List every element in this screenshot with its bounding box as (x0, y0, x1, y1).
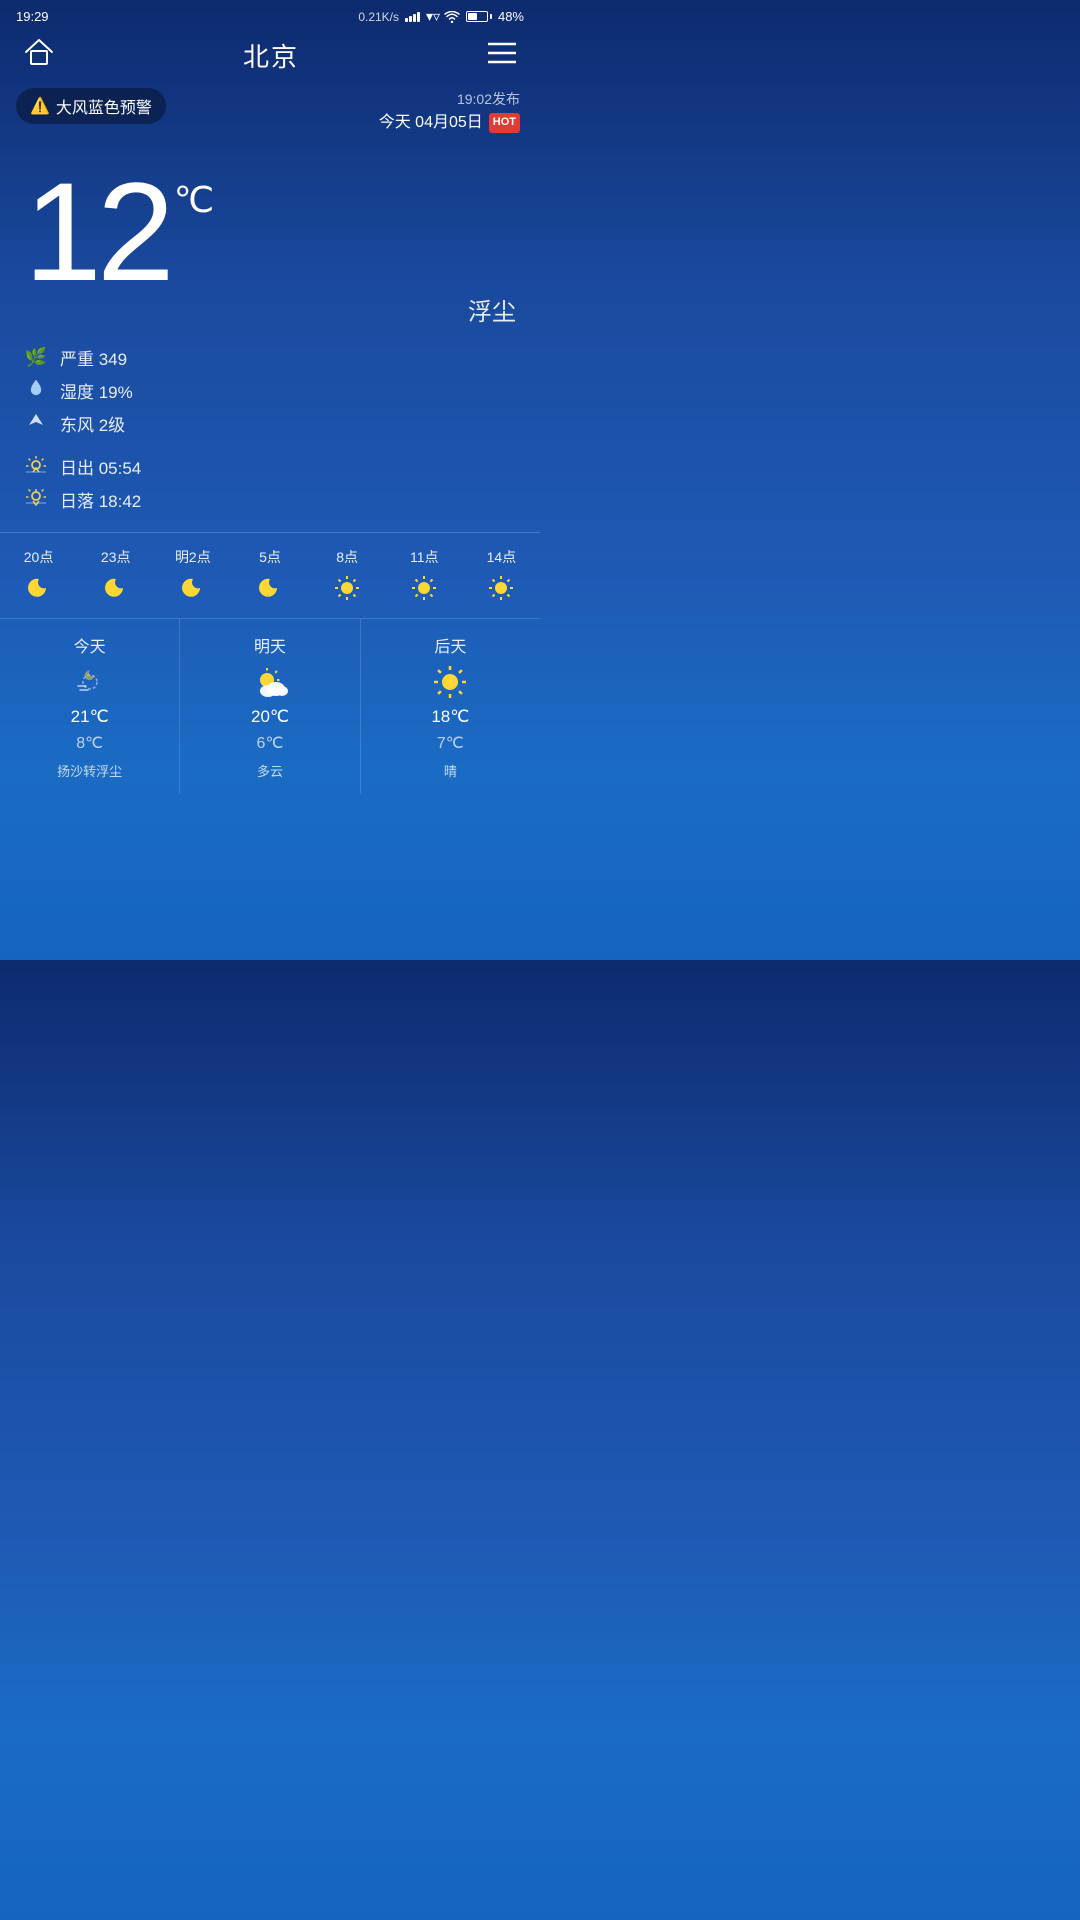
alert-row: ⚠️ 大风蓝色预警 19:02发布 今天 04月05日 HOT (0, 82, 540, 142)
home-icon[interactable] (24, 38, 54, 73)
drop-icon (24, 379, 48, 402)
header-nav: 北京 (0, 29, 540, 82)
sun-icon (488, 575, 514, 608)
hourly-item: 20点 (9, 547, 69, 608)
moon-icon (103, 575, 129, 608)
battery-percent: 48% (498, 9, 524, 24)
wind-row: 东风 2级 (24, 411, 516, 436)
aqi-row: 🌿 严重 349 (24, 345, 516, 370)
status-bar: 19:29 0.21K/s ▾▿ 48% (0, 0, 540, 29)
day-description: 扬沙转浮尘 (57, 761, 122, 780)
humidity-row: 湿度 19% (24, 378, 516, 403)
hot-badge: HOT (489, 113, 520, 133)
sunset-icon (24, 488, 48, 511)
day-high-temp: 18℃ (431, 707, 469, 727)
hourly-item: 5点 (240, 547, 300, 608)
warning-icon: ⚠️ (30, 96, 50, 116)
menu-icon[interactable] (488, 42, 516, 70)
hour-label: 11点 (410, 547, 439, 567)
status-time: 19:29 (16, 9, 49, 24)
city-name: 北京 (243, 37, 299, 74)
hour-label: 5点 (259, 547, 281, 567)
temperature-display: 12℃ (24, 162, 209, 302)
day-low-temp: 7℃ (437, 733, 464, 753)
sun-icon (334, 575, 360, 608)
current-date: 今天 04月05日 (379, 110, 483, 136)
day-label: 明天 (254, 633, 286, 657)
weather-description: 浮尘 (468, 292, 516, 327)
status-icons: 0.21K/s ▾▿ 48% (358, 8, 524, 25)
moon-icon (180, 575, 206, 608)
temperature-value: 12 (24, 162, 170, 302)
wind-icon (24, 413, 48, 434)
network-speed: 0.21K/s (358, 10, 399, 24)
hourly-item: 8点 (317, 547, 377, 608)
hourly-item: 明2点 (163, 547, 223, 608)
alert-badge[interactable]: ⚠️ 大风蓝色预警 (16, 88, 166, 124)
day-description: 多云 (257, 761, 283, 780)
sunset-time: 日落 18:42 (60, 487, 141, 512)
daily-item: 明天 20℃ 6℃ 多云 (180, 619, 360, 794)
battery-icon (466, 11, 492, 22)
sunrise-row: 日出 05:54 (24, 454, 516, 479)
day-low-temp: 8℃ (76, 733, 103, 753)
day-weather-icon (251, 663, 289, 701)
sun-icon (411, 575, 437, 608)
moon-icon (257, 575, 283, 608)
hour-label: 23点 (101, 547, 131, 567)
hour-label: 14点 (487, 547, 517, 567)
day-weather-icon (432, 663, 468, 701)
day-label: 后天 (434, 633, 466, 657)
hourly-forecast: 20点 23点 明2点 5点 8点 11点 14点 (0, 532, 540, 618)
day-weather-icon (72, 663, 108, 701)
hour-label: 8点 (336, 547, 358, 567)
publish-time: 19:02发布 (379, 88, 520, 110)
day-low-temp: 6℃ (257, 733, 284, 753)
wifi-icon: ▾▿ (426, 8, 460, 25)
day-description: 晴 (444, 761, 457, 780)
alert-text: 大风蓝色预警 (56, 94, 152, 118)
sunrise-time: 日出 05:54 (60, 454, 141, 479)
leaf-icon: 🌿 (24, 347, 48, 368)
aqi-value: 严重 349 (60, 345, 127, 370)
day-high-temp: 21℃ (71, 707, 109, 727)
daily-forecast: 今天 21℃ 8℃ 扬沙转浮尘 明天 20℃ 6℃ 多云 后天 18℃ 7℃ 晴 (0, 618, 540, 794)
wind-value: 东风 2级 (60, 411, 125, 436)
day-high-temp: 20℃ (251, 707, 289, 727)
sun-section: 日出 05:54 日落 18:42 (0, 446, 540, 522)
hourly-item: 11点 (394, 547, 454, 608)
humidity-value: 湿度 19% (60, 378, 133, 403)
sunrise-icon (24, 455, 48, 478)
hourly-item: 14点 (471, 547, 531, 608)
sunset-row: 日落 18:42 (24, 487, 516, 512)
date-info: 19:02发布 今天 04月05日 HOT (379, 88, 520, 136)
signal-icon (405, 12, 420, 22)
daily-item: 今天 21℃ 8℃ 扬沙转浮尘 (0, 619, 180, 794)
temperature-unit: ℃ (174, 182, 209, 218)
temperature-section: 12℃ 浮尘 (0, 142, 540, 327)
hour-label: 20点 (24, 547, 54, 567)
day-label: 今天 (74, 633, 106, 657)
weather-details: 🌿 严重 349 湿度 19% 东风 2级 (0, 327, 540, 446)
hourly-item: 23点 (86, 547, 146, 608)
daily-item: 后天 18℃ 7℃ 晴 (361, 619, 540, 794)
hour-label: 明2点 (175, 547, 211, 567)
moon-icon (26, 575, 52, 608)
